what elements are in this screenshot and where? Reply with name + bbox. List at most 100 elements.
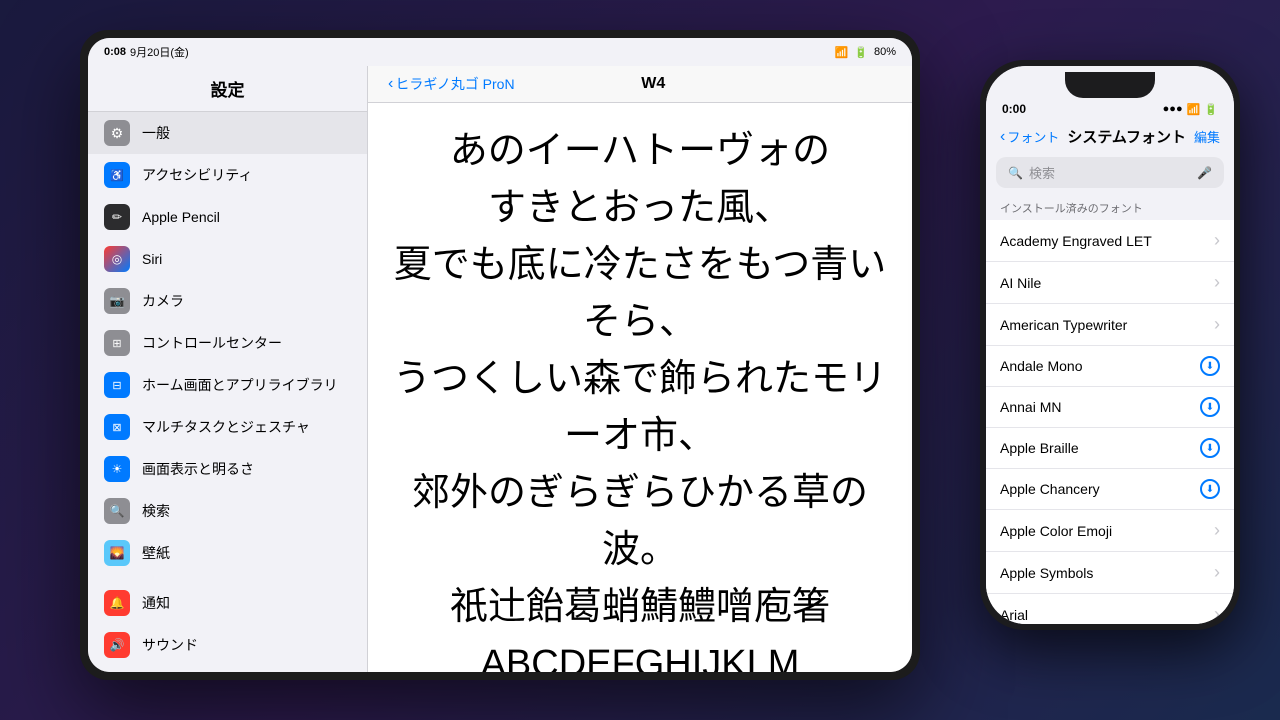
iphone-search-bar[interactable]: 🔍 検索 🎤 <box>996 157 1224 188</box>
font-list: Academy Engraved LET AI Nile American Ty… <box>986 220 1234 624</box>
iphone-back-chevron: ‹ <box>1000 128 1005 146</box>
font-name-apple-braille: Apple Braille <box>1000 440 1079 456</box>
sidebar-label-search: 検索 <box>142 501 170 521</box>
font-name-annai-mn: Annai MN <box>1000 399 1061 415</box>
ipad-device: 0:08 9月20日(金) 📶 🔋 80% 設定 ⚙ 一般 <box>80 30 920 680</box>
font-item-apple-chancery[interactable]: Apple Chancery ⬇ <box>986 469 1234 510</box>
sidebar-item-home-screen[interactable]: ⊟ ホーム画面とアプリライブラリ <box>88 364 367 406</box>
sidebar-item-multitask[interactable]: ⊠ マルチタスクとジェスチャ <box>88 406 367 448</box>
sidebar-item-sounds[interactable]: 🔊 サウンド <box>88 624 367 666</box>
font-name-apple-chancery: Apple Chancery <box>1000 481 1100 497</box>
font-display: あのイーハトーヴォの すきとおった風、 夏でも底に冷たさをもつ青いそら、 うつく… <box>368 103 912 672</box>
nav-back-label: ヒラギノ丸ゴ ProN <box>395 74 514 94</box>
sidebar-title: 設定 <box>88 66 367 112</box>
font-item-apple-symbols[interactable]: Apple Symbols <box>986 552 1234 594</box>
font-name-arial: Arial <box>1000 607 1028 623</box>
chevron-icon <box>1214 230 1220 251</box>
sidebar-item-siri[interactable]: ◎ Siri <box>88 238 367 280</box>
iphone-wifi-icon: 📶 <box>1187 103 1201 116</box>
iphone-top-area: 0:00 ●●● 📶 🔋 <box>986 66 1234 120</box>
font-item-apple-color-emoji[interactable]: Apple Color Emoji <box>986 510 1234 552</box>
iphone-notch <box>1065 72 1155 98</box>
camera-icon: 📷 <box>104 288 130 314</box>
sidebar-label-camera: カメラ <box>142 291 184 311</box>
ipad-screen: 0:08 9月20日(金) 📶 🔋 80% 設定 ⚙ 一般 <box>88 38 912 672</box>
sidebar-item-camera[interactable]: 📷 カメラ <box>88 280 367 322</box>
font-item-ai-nile[interactable]: AI Nile <box>986 262 1234 304</box>
font-item-academy[interactable]: Academy Engraved LET <box>986 220 1234 262</box>
font-name-andale-mono: Andale Mono <box>1000 358 1083 374</box>
main-nav-title: W4 <box>641 75 665 93</box>
download-icon[interactable]: ⬇ <box>1200 438 1220 458</box>
iphone-device: 0:00 ●●● 📶 🔋 ‹ フォント システムフォント 編集 <box>980 60 1240 630</box>
main-content: ‹ ヒラギノ丸ゴ ProN W4 あのイーハトーヴォの すきとおった風、 夏でも… <box>368 66 912 672</box>
nav-back-chevron: ‹ <box>388 75 393 93</box>
chevron-icon <box>1214 604 1220 624</box>
iphone-screen: 0:00 ●●● 📶 🔋 ‹ フォント システムフォント 編集 <box>986 66 1234 624</box>
sidebar-item-wallpaper[interactable]: 🌄 壁紙 <box>88 532 367 574</box>
iphone-search-icon: 🔍 <box>1008 166 1023 180</box>
siri-icon: ◎ <box>104 246 130 272</box>
search-icon: 🔍 <box>104 498 130 524</box>
sidebar: 設定 ⚙ 一般 ♿ アクセシビリティ ✏ Apple Pencil <box>88 66 368 672</box>
sidebar-label-sounds: サウンド <box>142 635 198 655</box>
scene: 0:08 9月20日(金) 📶 🔋 80% 設定 ⚙ 一般 <box>0 0 1280 720</box>
font-name-ai-nile: AI Nile <box>1000 275 1041 291</box>
apple-pencil-icon: ✏ <box>104 204 130 230</box>
display-icon: ☀ <box>104 456 130 482</box>
sidebar-item-general[interactable]: ⚙ 一般 <box>88 112 367 154</box>
font-sample-text: あのイーハトーヴォの すきとおった風、 夏でも底に冷たさをもつ青いそら、 うつく… <box>388 123 892 672</box>
sidebar-label-home-screen: ホーム画面とアプリライブラリ <box>142 375 338 395</box>
font-name-apple-color-emoji: Apple Color Emoji <box>1000 523 1112 539</box>
font-name-apple-symbols: Apple Symbols <box>1000 565 1093 581</box>
ipad-status-right: 📶 🔋 80% <box>835 46 896 59</box>
font-name-american-typewriter: American Typewriter <box>1000 317 1127 333</box>
ipad-time: 0:08 <box>104 46 126 58</box>
wifi-icon: 📶 <box>835 46 849 59</box>
ipad-date: 9月20日(金) <box>130 44 189 60</box>
multitask-icon: ⊠ <box>104 414 130 440</box>
sidebar-label-multitask: マルチタスクとジェスチャ <box>142 417 310 437</box>
sidebar-item-notifications[interactable]: 🔔 通知 <box>88 582 367 624</box>
ipad-status-bar: 0:08 9月20日(金) 📶 🔋 80% <box>88 38 912 66</box>
sidebar-item-display[interactable]: ☀ 画面表示と明るさ <box>88 448 367 490</box>
sidebar-item-focus[interactable]: 🌙 集中モード <box>88 666 367 672</box>
chevron-icon <box>1214 520 1220 541</box>
nav-back-button[interactable]: ‹ ヒラギノ丸ゴ ProN <box>388 74 515 94</box>
iphone-signal-icon: ●●● <box>1163 103 1183 115</box>
iphone-back-label: フォント <box>1007 127 1059 146</box>
iphone-status-bar: 0:00 ●●● 📶 🔋 <box>986 98 1234 120</box>
chevron-icon <box>1214 272 1220 293</box>
sidebar-item-accessibility[interactable]: ♿ アクセシビリティ <box>88 154 367 196</box>
sidebar-item-search[interactable]: 🔍 検索 <box>88 490 367 532</box>
accessibility-icon: ♿ <box>104 162 130 188</box>
font-section-header: インストール済みのフォント <box>986 192 1234 220</box>
download-icon[interactable]: ⬇ <box>1200 479 1220 499</box>
sidebar-label-notifications: 通知 <box>142 593 170 613</box>
sidebar-label-wallpaper: 壁紙 <box>142 543 170 563</box>
font-item-andale-mono[interactable]: Andale Mono ⬇ <box>986 346 1234 387</box>
general-icon: ⚙ <box>104 120 130 146</box>
ipad-content: 設定 ⚙ 一般 ♿ アクセシビリティ ✏ Apple Pencil <box>88 66 912 672</box>
font-item-annai-mn[interactable]: Annai MN ⬇ <box>986 387 1234 428</box>
iphone-nav-title: システムフォント <box>1067 126 1186 147</box>
sidebar-label-siri: Siri <box>142 251 162 267</box>
download-icon[interactable]: ⬇ <box>1200 356 1220 376</box>
sidebar-item-control-center[interactable]: ⊞ コントロールセンター <box>88 322 367 364</box>
font-item-apple-braille[interactable]: Apple Braille ⬇ <box>986 428 1234 469</box>
download-icon[interactable]: ⬇ <box>1200 397 1220 417</box>
iphone-edit-button[interactable]: 編集 <box>1194 127 1220 146</box>
iphone-search-placeholder: 検索 <box>1029 163 1055 182</box>
sidebar-label-control-center: コントロールセンター <box>142 333 282 353</box>
battery-icon: 🔋 <box>854 46 868 59</box>
iphone-back-button[interactable]: ‹ フォント <box>1000 127 1059 146</box>
sidebar-label-apple-pencil: Apple Pencil <box>142 209 220 225</box>
sidebar-label-display: 画面表示と明るさ <box>142 459 254 479</box>
home-screen-icon: ⊟ <box>104 372 130 398</box>
main-nav: ‹ ヒラギノ丸ゴ ProN W4 <box>368 66 912 103</box>
font-item-american-typewriter[interactable]: American Typewriter <box>986 304 1234 346</box>
font-item-arial[interactable]: Arial <box>986 594 1234 624</box>
iphone-battery-icon: 🔋 <box>1204 103 1218 116</box>
sidebar-item-apple-pencil[interactable]: ✏ Apple Pencil <box>88 196 367 238</box>
control-center-icon: ⊞ <box>104 330 130 356</box>
